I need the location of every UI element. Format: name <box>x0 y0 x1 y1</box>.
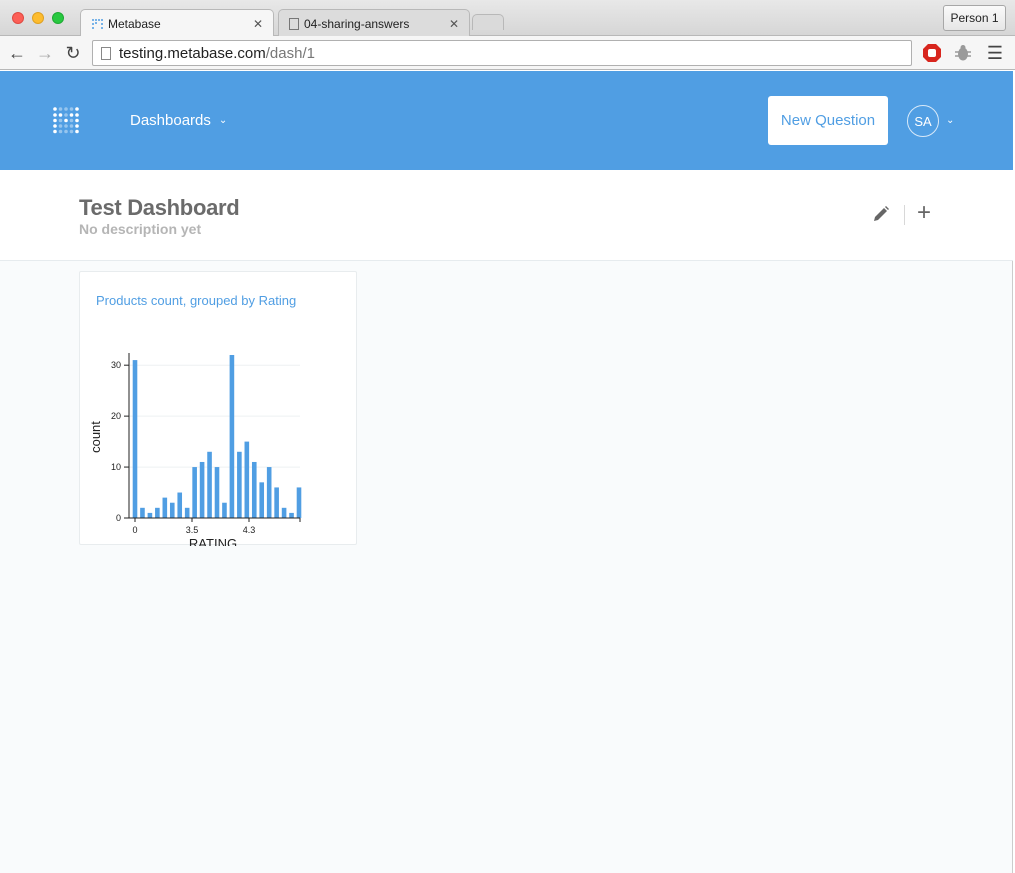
chart-bar <box>155 507 160 518</box>
dashboard-title[interactable]: Test Dashboard <box>79 195 240 221</box>
card-title[interactable]: Products count, grouped by Rating <box>96 293 296 308</box>
chart-bar <box>192 467 197 518</box>
url-path: /dash/1 <box>265 44 315 62</box>
chart-bar <box>296 487 302 518</box>
browser-tab-sharing-answers[interactable]: 04-sharing-answers ✕ <box>278 9 470 37</box>
tab-close-icon[interactable]: ✕ <box>449 17 459 31</box>
dashboard-header: Test Dashboard No description yet + <box>0 170 1013 261</box>
chart-bar <box>214 467 220 518</box>
pencil-icon[interactable] <box>872 205 890 223</box>
x-tick-label: 4.3 <box>243 525 256 535</box>
avatar[interactable]: SA <box>907 105 939 137</box>
window-close-button[interactable] <box>12 12 24 24</box>
chart-bar <box>162 497 168 518</box>
chart-bar <box>266 467 272 518</box>
x-tick-label: 0 <box>132 525 137 535</box>
page-icon <box>101 46 111 60</box>
new-question-button[interactable]: New Question <box>768 96 888 145</box>
y-tick-label: 10 <box>111 462 121 472</box>
chart-bar <box>177 492 183 518</box>
dashboard-description: No description yet <box>79 221 202 237</box>
chevron-down-icon: ⌄ <box>218 115 228 126</box>
browser-tab-bar: Metabase ✕ 04-sharing-answers ✕ Person 1 <box>0 0 1015 37</box>
chart-bar <box>169 502 175 518</box>
chart-bar <box>199 461 205 518</box>
y-tick-label: 20 <box>111 411 121 421</box>
x-tick-label: 3.5 <box>186 525 199 535</box>
adblock-stop-icon[interactable] <box>922 43 942 63</box>
new-tab-button[interactable] <box>472 14 504 30</box>
back-arrow-icon[interactable]: ← <box>6 42 28 64</box>
x-axis-label: RATING <box>189 536 237 546</box>
chart-bar <box>229 355 235 518</box>
metabase-favicon-icon <box>92 18 103 29</box>
chart-bar <box>140 507 145 518</box>
chart-bar <box>274 487 279 518</box>
tab-label: Metabase <box>108 16 161 31</box>
window-minimize-button[interactable] <box>32 12 44 24</box>
browser-menu-icon[interactable]: ☰ <box>985 43 1005 63</box>
y-tick-label: 30 <box>111 360 121 370</box>
reload-icon[interactable]: ↻ <box>62 42 84 64</box>
chart-bar <box>251 461 257 518</box>
chevron-down-icon[interactable]: ⌄ <box>946 115 954 126</box>
address-bar[interactable]: testing.metabase.com/dash/1 <box>92 40 912 66</box>
chart-bar <box>207 451 212 518</box>
url-host: testing.metabase.com <box>119 44 266 62</box>
chart-bar <box>147 512 153 518</box>
chart-bar <box>237 451 242 518</box>
dashboards-dropdown[interactable]: Dashboards ⌄ <box>130 112 227 129</box>
metabase-logo-icon[interactable] <box>52 106 80 134</box>
chart-bar <box>184 507 190 518</box>
tab-close-icon[interactable]: ✕ <box>253 17 263 31</box>
document-icon <box>289 17 299 30</box>
chart-bar <box>281 507 287 518</box>
chart-bar <box>244 441 250 518</box>
header-divider <box>904 205 905 225</box>
profile-button[interactable]: Person 1 <box>943 5 1006 31</box>
chart-bar <box>132 360 138 518</box>
tab-label: 04-sharing-answers <box>304 16 410 31</box>
window-maximize-button[interactable] <box>52 12 64 24</box>
y-tick-label: 0 <box>116 513 121 523</box>
chart-bar <box>222 502 227 518</box>
dashboard-card[interactable]: Products count, grouped by Rating 0 10 20 3… <box>79 271 357 546</box>
browser-toolbar: ← → ↻ testing.metabase.com/dash/1 ☰ <box>0 36 1015 70</box>
add-card-plus-icon[interactable]: + <box>917 201 931 225</box>
forward-arrow-icon[interactable]: → <box>34 42 56 64</box>
y-axis-label: count <box>88 421 103 453</box>
bug-extension-icon[interactable] <box>953 43 973 63</box>
browser-tab-metabase[interactable]: Metabase ✕ <box>80 9 274 37</box>
chart-bar <box>259 482 265 518</box>
chart-bar <box>289 512 294 518</box>
dashboards-label: Dashboards <box>130 112 211 129</box>
bar-chart: 0 10 20 30 0 3.5 4.3 RATING count <box>88 353 302 546</box>
metabase-nav-bar: Dashboards ⌄ New Question SA ⌄ <box>0 71 1013 170</box>
